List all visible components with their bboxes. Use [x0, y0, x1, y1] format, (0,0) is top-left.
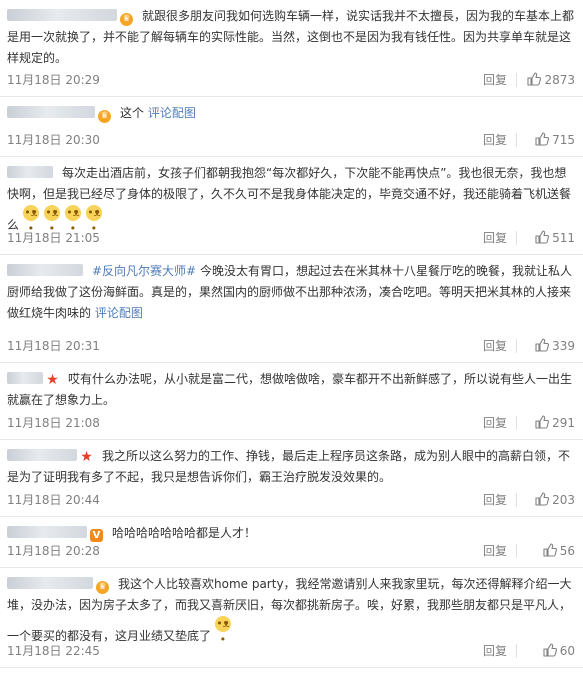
- comment-item: ★ 我之所以这么努力的工作、挣钱，最后走上程序员这条路，成为别人眼中的高薪白领，不…: [0, 440, 583, 517]
- comment-item: 每次走出酒店前，女孩子们都朝我抱怨“每次都好久，下次能不能再快点”。我也很无奈，…: [0, 157, 583, 255]
- like-count: 715: [552, 133, 575, 147]
- reply-button[interactable]: 回复: [483, 70, 507, 90]
- comment-image-link[interactable]: 评论配图: [95, 306, 143, 320]
- reply-button[interactable]: 回复: [483, 641, 507, 661]
- comment-timestamp: 11月18日 20:44: [7, 493, 100, 507]
- comment-meta: 11月18日 20:30 回复 715: [7, 130, 575, 150]
- doge-emoji-icon: •ᴥ•: [22, 205, 39, 235]
- divider: [516, 644, 517, 658]
- comment-meta: 11月18日 20:29 回复 2873: [7, 70, 575, 90]
- doge-emoji-icon: •ᴥ•: [64, 205, 81, 235]
- username-blurred[interactable]: [7, 577, 93, 589]
- divider: [516, 416, 517, 430]
- divider: [516, 73, 517, 87]
- like-count: 339: [552, 339, 575, 353]
- comment-list: ♛ 就跟很多朋友问我如何选购车辆一样，说实话我并不太擅長，因为我的车基本上都是用一…: [0, 0, 583, 668]
- comment-image-link[interactable]: 评论配图: [148, 106, 196, 120]
- comment-body: #反向凡尔赛大师# 今晚没太有胃口，想起过去在米其林十八星餐厅吃的晚餐，我就让私…: [7, 261, 575, 324]
- divider: [516, 339, 517, 353]
- doge-emoji-icon: •ᴥ•: [43, 205, 60, 235]
- star-badge-icon: ★: [80, 449, 93, 465]
- doge-emoji-icon: •ᴥ•: [214, 616, 231, 646]
- comment-timestamp: 11月18日 21:08: [7, 416, 100, 430]
- like-count: 203: [552, 493, 575, 507]
- crown-badge-icon: ♛: [96, 581, 109, 594]
- username-blurred[interactable]: [7, 372, 43, 384]
- like-button[interactable]: 511: [535, 228, 575, 248]
- like-count: 291: [552, 416, 575, 430]
- comment-timestamp: 11月18日 20:28: [7, 544, 100, 558]
- username-blurred[interactable]: [7, 9, 117, 21]
- comment-item: ♛ 这个 评论配图 11月18日 20:30 回复 715: [0, 97, 583, 157]
- comment-item: #反向凡尔赛大师# 今晚没太有胃口，想起过去在米其林十八星餐厅吃的晚餐，我就让私…: [0, 255, 583, 363]
- divider: [516, 493, 517, 507]
- reply-button[interactable]: 回复: [483, 228, 507, 248]
- like-button[interactable]: 2873: [527, 70, 575, 90]
- username-blurred[interactable]: [7, 449, 77, 461]
- comment-timestamp: 11月18日 21:05: [7, 231, 100, 245]
- username-blurred[interactable]: [7, 166, 53, 178]
- like-button[interactable]: 291: [535, 413, 575, 433]
- comment-body: ★ 我之所以这么努力的工作、挣钱，最后走上程序员这条路，成为别人眼中的高薪白领，不…: [7, 446, 575, 488]
- crown-badge-icon: ♛: [98, 110, 111, 123]
- username-blurred[interactable]: [7, 264, 83, 276]
- comment-text: 哎有什么办法呢，从小就是富二代，想做啥做啥，豪车都开不出新鲜感了，所以说有些人一…: [7, 372, 573, 407]
- like-count: 56: [559, 544, 575, 558]
- comment-body: ♛ 这个 评论配图: [7, 103, 575, 124]
- comment-meta: 11月18日 22:45 回复 60: [7, 641, 575, 661]
- comment-text: 哈哈哈哈哈哈哈都是人才！: [112, 526, 257, 540]
- username-blurred[interactable]: [7, 106, 95, 118]
- divider: [516, 231, 517, 245]
- comment-timestamp: 11月18日 20:31: [7, 339, 100, 353]
- doge-emoji-icon: •ᴥ•: [85, 205, 102, 235]
- like-button[interactable]: 715: [535, 130, 575, 150]
- like-button[interactable]: 56: [543, 541, 575, 561]
- username-blurred[interactable]: [7, 526, 87, 538]
- comment-body: ♛ 就跟很多朋友问我如何选购车辆一样，说实话我并不太擅長，因为我的车基本上都是用一…: [7, 6, 575, 69]
- comment-item: ♛ 就跟很多朋友问我如何选购车辆一样，说实话我并不太擅長，因为我的车基本上都是用一…: [0, 0, 583, 97]
- comment-item: ♛ 我这个人比较喜欢home party，我经常邀请别人来我家里玩，每次还得解释介…: [0, 568, 583, 668]
- comment-body: 每次走出酒店前，女孩子们都朝我抱怨“每次都好久，下次能不能再快点”。我也很无奈，…: [7, 163, 575, 236]
- comment-meta: 11月18日 21:08 回复 291: [7, 413, 575, 433]
- comment-meta: 11月18日 20:31 回复 339: [7, 336, 575, 356]
- comment-meta: 11月18日 20:28 回复 56: [7, 541, 575, 561]
- hashtag-link[interactable]: #反向凡尔赛大师#: [92, 264, 196, 278]
- thumbs-up-icon: [535, 132, 550, 146]
- comment-timestamp: 11月18日 20:29: [7, 73, 100, 87]
- comment-body: ★ 哎有什么办法呢，从小就是富二代，想做啥做啥，豪车都开不出新鲜感了，所以说有些人…: [7, 369, 575, 411]
- like-count: 511: [552, 231, 575, 245]
- thumbs-up-icon: [535, 415, 550, 429]
- thumbs-up-icon: [543, 643, 557, 657]
- reply-button[interactable]: 回复: [483, 130, 507, 150]
- comment-body: ♛ 我这个人比较喜欢home party，我经常邀请别人来我家里玩，每次还得解释介…: [7, 574, 575, 647]
- thumbs-up-icon: [535, 492, 550, 506]
- thumbs-up-icon: [535, 338, 550, 352]
- thumbs-up-icon: [543, 543, 557, 557]
- reply-button[interactable]: 回复: [483, 336, 507, 356]
- reply-button[interactable]: 回复: [483, 413, 507, 433]
- comment-text: 这个: [120, 106, 145, 120]
- reply-button[interactable]: 回复: [483, 541, 507, 561]
- comment-timestamp: 11月18日 22:45: [7, 644, 100, 658]
- divider: [516, 133, 517, 147]
- like-button[interactable]: 60: [543, 641, 575, 661]
- crown-badge-icon: ♛: [120, 13, 133, 26]
- divider: [516, 544, 517, 558]
- star-badge-icon: ★: [46, 372, 59, 388]
- thumbs-up-icon: [527, 72, 542, 86]
- like-count: 60: [559, 644, 575, 658]
- thumbs-up-icon: [535, 230, 550, 244]
- reply-button[interactable]: 回复: [483, 490, 507, 510]
- like-count: 2873: [544, 73, 575, 87]
- comment-meta: 11月18日 21:05 回复 511: [7, 228, 575, 248]
- comment-item: ★ 哎有什么办法呢，从小就是富二代，想做啥做啥，豪车都开不出新鲜感了，所以说有些人…: [0, 363, 583, 440]
- comment-timestamp: 11月18日 20:30: [7, 133, 100, 147]
- comment-item: V 哈哈哈哈哈哈哈都是人才！ 11月18日 20:28 回复 56: [0, 517, 583, 568]
- like-button[interactable]: 203: [535, 490, 575, 510]
- comment-meta: 11月18日 20:44 回复 203: [7, 490, 575, 510]
- like-button[interactable]: 339: [535, 336, 575, 356]
